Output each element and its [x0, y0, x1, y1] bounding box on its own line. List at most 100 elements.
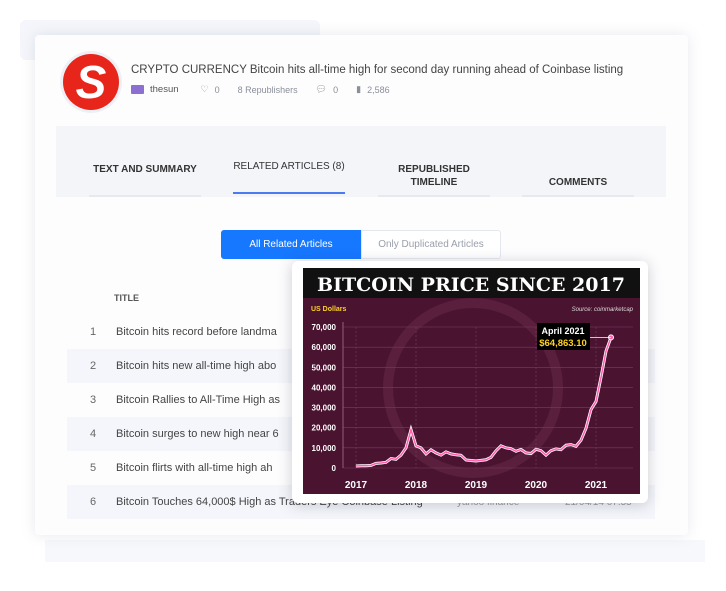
data-point — [375, 462, 377, 464]
views-count: 2,586 — [367, 84, 390, 95]
data-point — [485, 459, 487, 461]
likes-count: 0 — [214, 84, 220, 95]
row-number: 1 — [90, 326, 97, 338]
data-point — [365, 465, 367, 467]
tab-text-and-summary[interactable]: TEXT AND SUMMARY — [89, 163, 201, 197]
data-point — [405, 447, 407, 449]
data-point — [360, 465, 362, 467]
data-point — [415, 445, 417, 447]
x-tick-label: 2020 — [525, 480, 548, 491]
data-point — [550, 450, 552, 452]
bar-chart-icon: ▮ — [356, 84, 362, 94]
data-point — [605, 350, 607, 352]
data-point — [560, 449, 562, 451]
data-point — [455, 454, 457, 456]
comment-icon[interactable]: 💬︎ — [316, 84, 327, 95]
all-related-articles-button[interactable]: All Related Articles — [221, 230, 361, 259]
data-point — [495, 450, 497, 452]
data-point — [530, 452, 532, 455]
data-point — [555, 448, 557, 450]
data-point — [435, 452, 437, 454]
article-meta: thesun ♡ 0 8 Republishers 💬︎ 0 ▮ 2,586 — [131, 84, 396, 95]
tab-bar: TEXT AND SUMMARY RELATED ARTICLES (8) RE… — [56, 126, 666, 197]
column-header-title: TITLE — [114, 293, 139, 303]
data-point — [475, 460, 477, 462]
data-point — [400, 454, 402, 456]
data-point — [510, 448, 512, 450]
y-tick-label: 10,000 — [312, 444, 337, 453]
data-point — [420, 447, 422, 449]
data-point — [595, 400, 597, 403]
bitcoin-price-chart-image: BITCOIN PRICE SINCE 2017 US Dollars Source… — [303, 268, 640, 494]
data-point — [525, 452, 527, 454]
row-number: 4 — [90, 428, 97, 440]
data-point — [410, 429, 412, 431]
y-tick-label: 40,000 — [312, 383, 337, 392]
chart-title: BITCOIN PRICE SINCE 2017 — [317, 274, 625, 296]
data-point — [545, 454, 547, 456]
data-point — [470, 459, 472, 462]
y-tick-label: 20,000 — [312, 424, 337, 433]
y-axis-label: US Dollars — [311, 306, 347, 313]
source-icon — [131, 85, 144, 94]
row-number: 5 — [90, 462, 97, 474]
data-point — [580, 439, 582, 441]
row-title[interactable]: Bitcoin surges to new high near 6 — [116, 428, 279, 440]
row-title[interactable]: Bitcoin flirts with all-time high ah — [116, 462, 273, 474]
data-point — [505, 447, 507, 449]
data-point — [500, 445, 502, 447]
x-tick-label: 2019 — [465, 480, 488, 491]
y-tick-label: 0 — [332, 464, 337, 473]
y-tick-label: 60,000 — [312, 343, 337, 352]
data-point — [425, 453, 427, 455]
row-number: 2 — [90, 360, 97, 372]
data-point — [585, 427, 587, 429]
data-point — [480, 459, 482, 461]
data-point — [370, 464, 372, 466]
data-point — [460, 454, 462, 456]
annotation-label: April 2021 — [541, 326, 584, 336]
data-point — [520, 448, 522, 451]
republishers-count[interactable]: 8 Republishers — [238, 85, 298, 95]
background-panel — [45, 540, 705, 562]
data-point — [575, 445, 577, 447]
data-point — [385, 461, 387, 463]
annotation-value: $64,863.10 — [539, 338, 587, 349]
data-point — [540, 450, 542, 452]
data-point — [490, 456, 492, 458]
source-name[interactable]: thesun — [150, 84, 179, 95]
y-tick-label: 50,000 — [312, 363, 337, 372]
comments-count: 0 — [333, 84, 339, 95]
row-number: 6 — [90, 496, 97, 508]
data-point — [440, 454, 442, 456]
data-point — [570, 444, 572, 446]
data-point — [600, 376, 602, 378]
x-tick-label: 2018 — [405, 480, 428, 491]
tab-republished-timeline[interactable]: REPUBLISHED TIMELINE — [378, 163, 490, 197]
data-point — [565, 444, 567, 446]
row-title[interactable]: Bitcoin hits record before landma — [116, 326, 277, 338]
data-point — [395, 458, 397, 460]
x-tick-label: 2021 — [585, 480, 608, 491]
data-point — [535, 448, 537, 450]
chart-source: Source: coinmarketcap — [572, 307, 634, 313]
data-point — [390, 457, 392, 460]
heart-icon[interactable]: ♡ — [201, 84, 209, 95]
y-tick-label: 70,000 — [312, 323, 337, 332]
row-title[interactable]: Bitcoin hits new all-time high abo — [116, 360, 276, 372]
only-duplicated-articles-button[interactable]: Only Duplicated Articles — [361, 230, 501, 259]
row-title[interactable]: Bitcoin Rallies to All-Time High as — [116, 394, 280, 406]
data-point — [380, 462, 382, 464]
article-title[interactable]: CRYPTO CURRENCY Bitcoin hits all-time hi… — [131, 64, 623, 76]
data-point — [590, 408, 592, 411]
data-point — [355, 465, 357, 467]
data-point — [515, 450, 517, 452]
data-point — [445, 451, 447, 453]
data-point — [450, 453, 452, 455]
tab-related-articles[interactable]: RELATED ARTICLES (8) — [233, 160, 345, 194]
data-point — [465, 459, 467, 461]
tab-comments[interactable]: COMMENTS — [522, 176, 634, 197]
source-logo: S — [60, 51, 122, 113]
y-tick-label: 30,000 — [312, 404, 337, 413]
row-number: 3 — [90, 394, 97, 406]
